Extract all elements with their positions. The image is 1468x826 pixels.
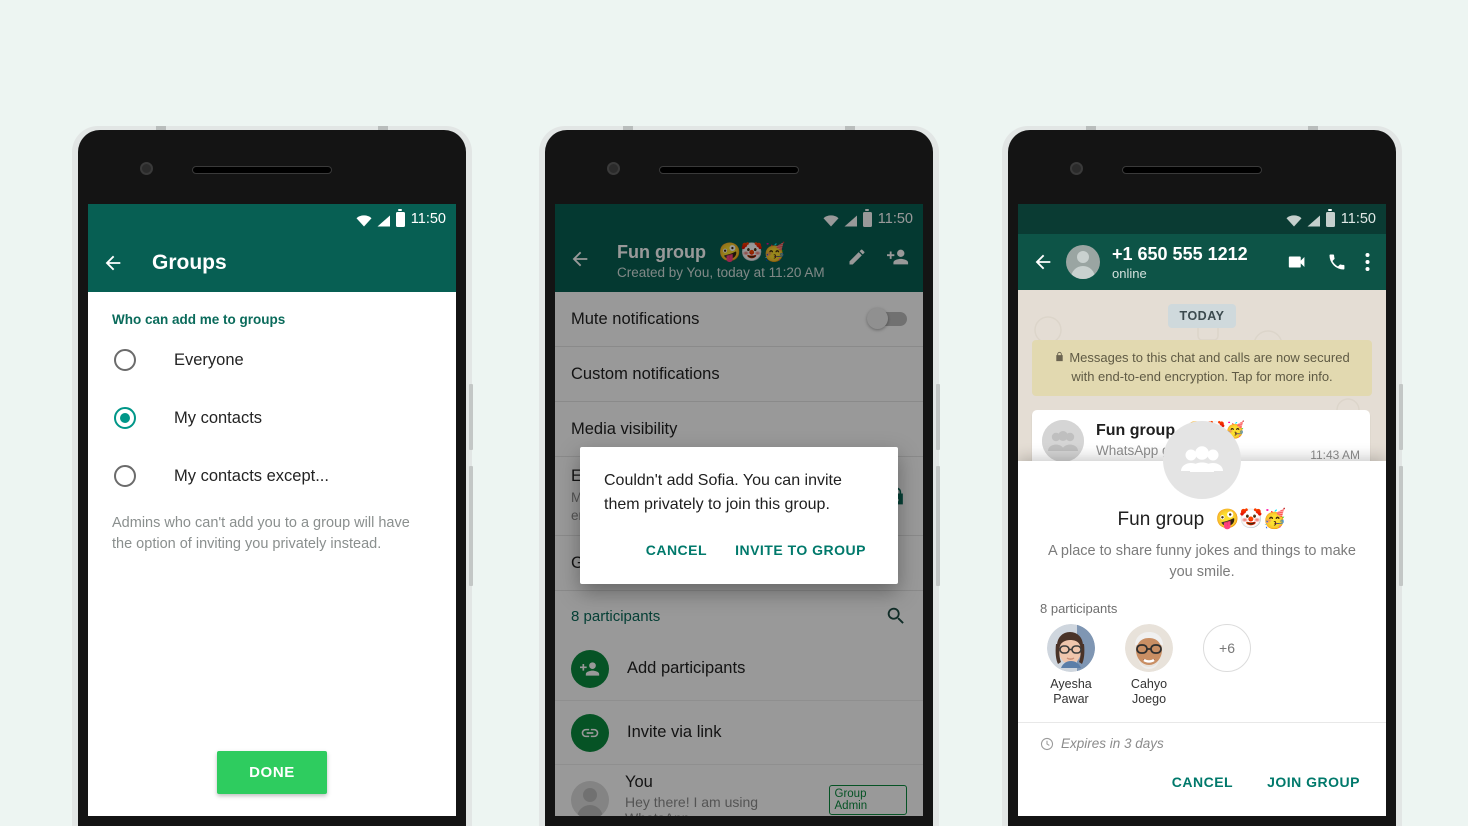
date-pill: TODAY: [1167, 304, 1237, 328]
app-bar: +1 650 555 1212 online: [1018, 234, 1386, 290]
front-camera-icon: [607, 162, 620, 175]
overflow-menu-icon[interactable]: [1365, 252, 1370, 272]
invite-participants-count: 8 participants: [1040, 600, 1118, 616]
option-my-contacts-except[interactable]: My contacts except...: [88, 447, 456, 505]
radio-everyone[interactable]: [114, 349, 136, 371]
option-label: My contacts except...: [174, 466, 329, 485]
phone-call-icon[interactable]: [1327, 252, 1347, 272]
invite-to-group-button[interactable]: INVITE TO GROUP: [727, 532, 874, 568]
earpiece-speaker: [192, 166, 332, 174]
participant-name: Cahyo Joego: [1130, 676, 1168, 707]
power-button[interactable]: [1399, 466, 1403, 586]
group-people-icon: [1042, 419, 1084, 462]
status-time: 11:50: [1340, 211, 1376, 227]
group-icon-circle: [1163, 420, 1241, 499]
front-camera-icon: [1070, 162, 1083, 175]
invite-actions: CANCEL JOIN GROUP: [1018, 764, 1386, 816]
status-icons: [356, 209, 405, 227]
page-title: Groups: [152, 251, 227, 274]
cancel-button[interactable]: CANCEL: [1160, 764, 1245, 800]
contact-number: +1 650 555 1212: [1112, 243, 1248, 264]
bubble-timestamp: 11:43 AM: [1310, 447, 1360, 462]
app-bar-actions: [1287, 251, 1372, 273]
join-group-button[interactable]: JOIN GROUP: [1255, 764, 1372, 800]
radio-my-contacts-except[interactable]: [114, 465, 136, 487]
front-camera-icon: [140, 162, 153, 175]
invite-description: A place to share funny jokes and things …: [1048, 542, 1356, 580]
screen-group-info: 11:50 Fun group 🤪🤡🥳 Created by You, toda…: [555, 204, 923, 816]
photo-avatar-2: [1125, 623, 1173, 672]
invite-title-row: Fun group 🤪🤡🥳: [1018, 507, 1386, 531]
section-header: Who can add me to groups: [112, 312, 286, 327]
status-time: 11:50: [410, 211, 446, 227]
status-bar: 11:50: [88, 204, 456, 234]
wifi-icon: [1286, 214, 1302, 226]
encryption-banner-text: Messages to this chat and calls are now …: [1069, 350, 1350, 384]
screen-groups: 11:50 Groups Who can add me to groups Ev…: [88, 204, 456, 816]
group-invite-card: Fun group 🤪🤡🥳 A place to share funny jok…: [1018, 420, 1386, 816]
cancel-button[interactable]: CANCEL: [638, 532, 715, 568]
more-participants-count: +6: [1203, 623, 1251, 672]
photo-avatar-1: [1047, 623, 1095, 672]
participant-item-more[interactable]: +6: [1196, 623, 1258, 708]
dialog-actions: CANCEL INVITE TO GROUP: [604, 532, 874, 576]
groups-settings-body: Who can add me to groups Everyone My con…: [88, 292, 456, 816]
participant-item[interactable]: Cahyo Joego: [1118, 623, 1180, 708]
power-button[interactable]: [936, 466, 940, 586]
screen-chat: 11:50 +1 650 555 1212 online TODAY Messa…: [1018, 204, 1386, 816]
invite-group-emoji: 🤪🤡🥳: [1215, 507, 1287, 530]
participant-name: Ayesha Pawar: [1050, 676, 1092, 707]
wifi-icon: [356, 214, 372, 226]
volume-button[interactable]: [469, 384, 473, 450]
lock-icon: [1056, 351, 1064, 362]
invite-expiry: Expires in 3 days: [1018, 722, 1386, 764]
earpiece-speaker: [659, 166, 799, 174]
invite-expiry-text: Expires in 3 days: [1061, 736, 1164, 751]
video-call-icon[interactable]: [1287, 251, 1309, 273]
earpiece-speaker: [1122, 166, 1262, 174]
invite-group-name: Fun group: [1117, 508, 1205, 530]
battery-icon: [1325, 209, 1335, 227]
back-arrow-icon[interactable]: [102, 252, 124, 274]
phone-chat-invite: 11:50 +1 650 555 1212 online TODAY Messa…: [1002, 126, 1403, 826]
avatar: [1047, 623, 1095, 672]
volume-button[interactable]: [1399, 384, 1403, 450]
status-icons: [1286, 209, 1335, 227]
radio-my-contacts[interactable]: [114, 407, 136, 429]
done-button-container: DONE: [88, 751, 456, 816]
avatar: [1125, 623, 1173, 672]
power-button[interactable]: [469, 466, 473, 586]
contact-name-block[interactable]: +1 650 555 1212 online: [1112, 244, 1287, 281]
app-bar: Groups: [88, 234, 456, 292]
back-arrow-icon[interactable]: [1032, 251, 1054, 273]
screen-inner: 11:50 Fun group 🤪🤡🥳 Created by You, toda…: [555, 204, 923, 816]
clock-icon: [1040, 737, 1054, 750]
battery-icon: [395, 209, 405, 227]
bubble-group-name: Fun group: [1096, 421, 1176, 439]
volume-button[interactable]: [936, 384, 940, 450]
avatar[interactable]: [1066, 245, 1100, 279]
option-my-contacts[interactable]: My contacts: [88, 389, 456, 447]
cannot-add-dialog: Couldn't add Sofia. You can invite them …: [580, 447, 898, 585]
invite-participants-list: Ayesha Pawar Cahyo Joego +6: [1018, 616, 1386, 722]
status-bar: 11:50: [1018, 204, 1386, 234]
phone-groups-settings: 11:50 Groups Who can add me to groups Ev…: [72, 126, 473, 826]
group-avatar: [1042, 419, 1084, 462]
done-button[interactable]: DONE: [217, 751, 327, 794]
contact-presence: online: [1112, 265, 1147, 281]
group-people-icon: [1181, 445, 1223, 472]
option-label: Everyone: [174, 350, 244, 369]
helper-text: Admins who can't add you to a group will…: [112, 515, 410, 553]
phone-group-info: 11:50 Fun group 🤪🤡🥳 Created by You, toda…: [539, 126, 940, 826]
chat-background: TODAY Messages to this chat and calls ar…: [1018, 290, 1386, 816]
signal-icon: [377, 215, 390, 226]
encryption-banner[interactable]: Messages to this chat and calls are now …: [1032, 340, 1372, 396]
option-everyone[interactable]: Everyone: [88, 331, 456, 389]
option-label: My contacts: [174, 408, 263, 427]
participant-item[interactable]: Ayesha Pawar: [1040, 623, 1102, 708]
dialog-message: Couldn't add Sofia. You can invite them …: [604, 472, 842, 513]
signal-icon: [1307, 215, 1320, 226]
